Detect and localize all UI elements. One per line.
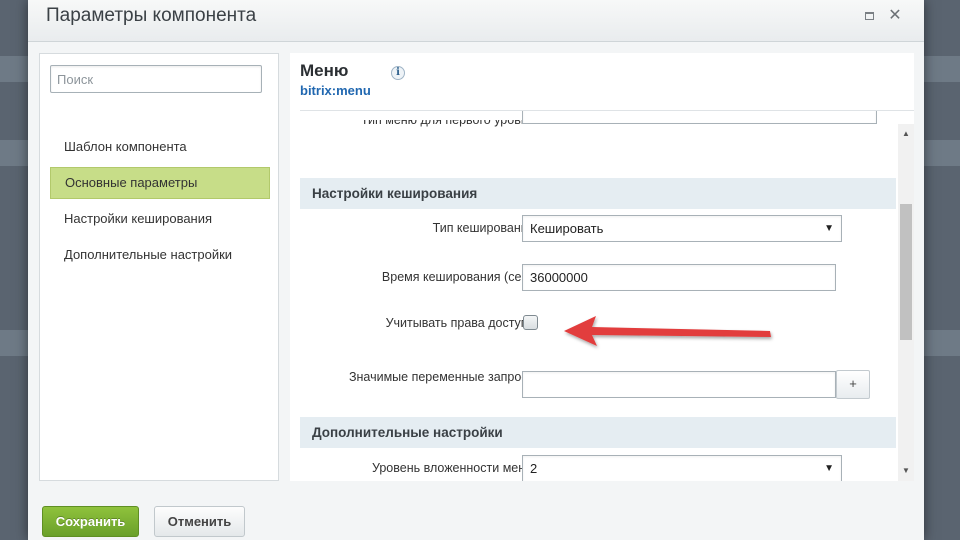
red-arrow-annotation	[564, 316, 771, 346]
cache-type-label: Тип кеширования:	[432, 221, 538, 235]
nesting-value: 2	[530, 461, 538, 476]
menu-type-field[interactable]	[522, 111, 877, 124]
cancel-button[interactable]: Отменить	[154, 506, 245, 537]
request-vars-label: Значимые переменные запроса:	[348, 370, 538, 384]
access-rights-label: Учитывать права доступа:	[385, 316, 538, 330]
search-input[interactable]	[50, 65, 262, 93]
background-strip	[924, 56, 960, 82]
add-variable-button[interactable]: +	[836, 370, 870, 399]
sidebar: Шаблон компонента Основные параметры Нас…	[39, 53, 279, 481]
background-strip	[924, 330, 960, 356]
background-page	[0, 0, 28, 540]
component-params-dialog: Параметры компонента ✕ Шаблон компонента…	[28, 0, 924, 540]
cache-type-value: Кешировать	[530, 221, 604, 236]
nesting-select[interactable]: 2 ▼	[522, 455, 842, 481]
background-strip	[0, 330, 28, 356]
cache-time-label: Время кеширования (сек.):	[381, 270, 538, 284]
sidebar-item-caching[interactable]: Настройки кеширования	[50, 203, 270, 235]
settings-panel: Меню i bitrix:menu Тип меню для первого …	[290, 53, 914, 481]
settings-scroll-area[interactable]: Тип меню для первого уровня: Настройки к…	[300, 111, 896, 481]
chevron-down-icon: ▼	[824, 223, 834, 234]
component-code: bitrix:menu	[300, 83, 371, 98]
dialog-footer: Сохранить Отменить	[28, 494, 924, 540]
nesting-label: Уровень вложенности меню:	[371, 461, 538, 475]
access-rights-checkbox[interactable]	[523, 315, 538, 330]
sidebar-item-extra[interactable]: Дополнительные настройки	[50, 239, 270, 271]
dialog-title: Параметры компонента	[46, 5, 257, 26]
cache-time-input[interactable]: 36000000	[522, 264, 836, 291]
menu-type-label: Тип меню для первого уровня:	[360, 113, 538, 127]
component-title: Меню	[300, 61, 349, 80]
scroll-down-icon[interactable]: ▼	[898, 464, 914, 478]
close-icon[interactable]: ✕	[888, 8, 902, 24]
vertical-scrollbar[interactable]: ▲ ▼	[898, 124, 914, 481]
cache-time-value: 36000000	[530, 270, 588, 285]
background-strip	[0, 140, 28, 166]
scrollbar-thumb[interactable]	[900, 204, 912, 340]
maximize-icon[interactable]	[862, 9, 876, 23]
dialog-titlebar[interactable]: Параметры компонента ✕	[28, 0, 924, 42]
chevron-down-icon: ▼	[824, 463, 834, 474]
sidebar-item-main-params[interactable]: Основные параметры	[50, 167, 270, 199]
info-icon[interactable]: i	[391, 66, 405, 80]
cache-type-select[interactable]: Кешировать ▼	[522, 215, 842, 242]
save-button[interactable]: Сохранить	[42, 506, 139, 537]
background-strip	[924, 140, 960, 166]
sidebar-item-template[interactable]: Шаблон компонента	[50, 131, 270, 163]
background-page	[924, 0, 960, 540]
section-extra[interactable]: Дополнительные настройки	[300, 417, 896, 448]
scroll-up-icon[interactable]: ▲	[898, 127, 914, 141]
section-caching[interactable]: Настройки кеширования	[300, 178, 896, 209]
background-strip	[0, 56, 28, 82]
request-vars-input[interactable]	[522, 371, 836, 398]
component-header: Меню i bitrix:menu	[290, 53, 914, 111]
